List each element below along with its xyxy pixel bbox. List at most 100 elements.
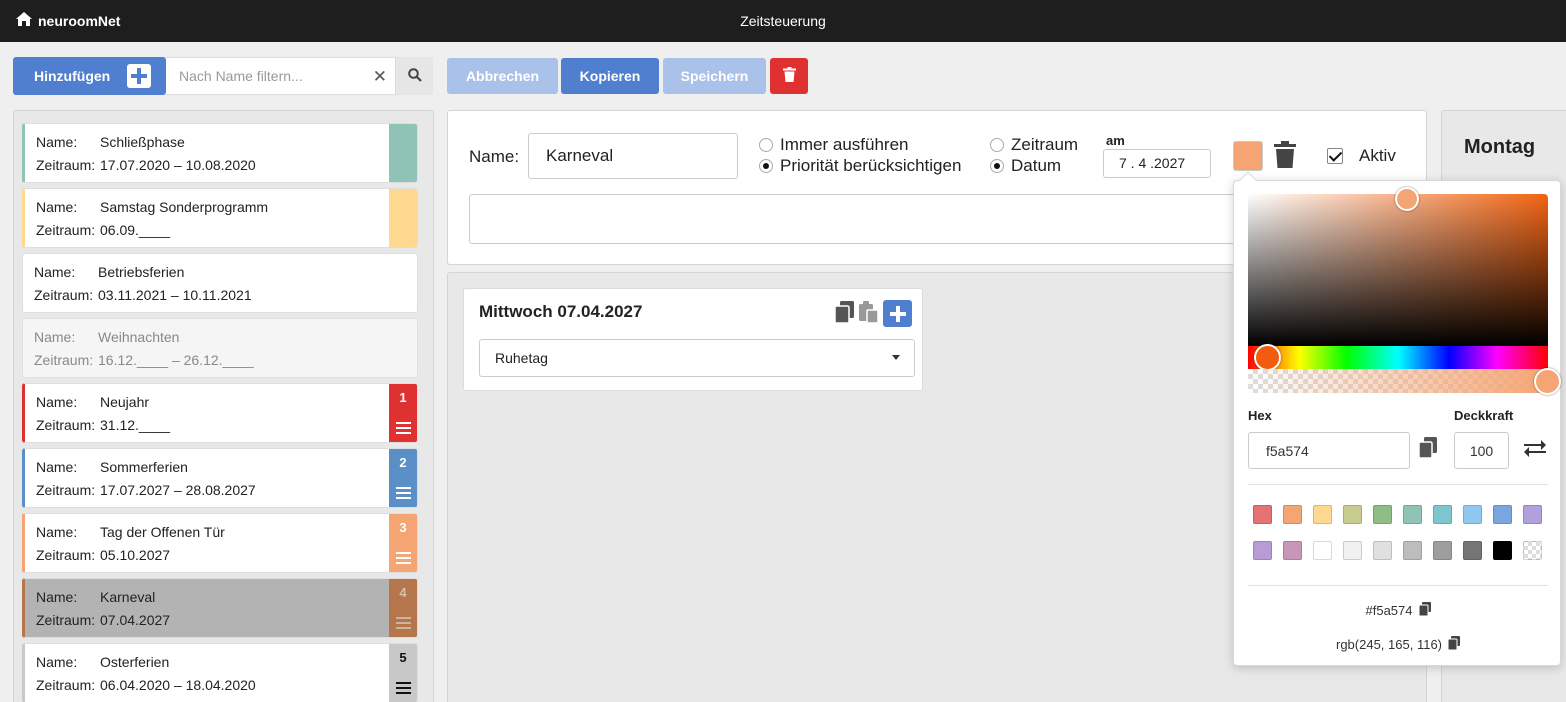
- palette-swatch[interactable]: [1253, 505, 1272, 524]
- hue-handle[interactable]: [1254, 344, 1281, 371]
- opacity-input[interactable]: [1454, 432, 1509, 469]
- palette-swatch[interactable]: [1433, 505, 1452, 524]
- add-button-label: Hinzufügen: [34, 68, 111, 84]
- palette-swatch[interactable]: [1403, 541, 1422, 560]
- search-button[interactable]: [396, 57, 433, 95]
- hex-output-value: #f5a574: [1365, 603, 1413, 618]
- list-item-period-label: Zeitraum:: [36, 547, 96, 563]
- radio-priority[interactable]: Priorität berücksichtigen: [759, 156, 961, 176]
- list-item-name: Tag der Offenen Tür: [100, 524, 225, 540]
- list-item[interactable]: Name: Samstag Sonderprogramm Zeitraum: 06.0…: [22, 188, 418, 248]
- palette-swatch[interactable]: [1253, 541, 1272, 560]
- list-item-period-label: Zeitraum:: [34, 352, 94, 368]
- palette-swatch[interactable]: [1373, 505, 1392, 524]
- saturation-area[interactable]: [1248, 194, 1548, 346]
- radio-period-label: Zeitraum: [1011, 135, 1079, 154]
- saturation-handle[interactable]: [1395, 187, 1419, 211]
- palette-swatch[interactable]: [1343, 505, 1362, 524]
- cancel-button[interactable]: Abbrechen: [447, 58, 558, 94]
- palette-swatch[interactable]: [1493, 505, 1512, 524]
- list-item-period: 06.04.2020 – 18.04.2020: [100, 677, 256, 693]
- opacity-handle[interactable]: [1534, 368, 1561, 395]
- palette-swatch[interactable]: [1433, 541, 1452, 560]
- add-entry-button[interactable]: [883, 300, 912, 327]
- drag-handle-icon[interactable]: [396, 484, 411, 499]
- list-item[interactable]: Name: Sommerferien Zeitraum: 17.07.2027 – 2…: [22, 448, 418, 508]
- day-title: Mittwoch 07.04.2027: [479, 302, 643, 321]
- radio-date[interactable]: Datum: [990, 156, 1061, 176]
- active-label: Aktiv: [1359, 146, 1396, 165]
- list-item[interactable]: Name: Schließphase Zeitraum: 17.07.2020 – 1…: [22, 123, 418, 183]
- list-item-period: 16.12.____ – 26.12.____: [98, 352, 254, 368]
- radio-priority-label: Priorität berücksichtigen: [780, 156, 962, 175]
- copy-icon[interactable]: [1447, 636, 1460, 653]
- list-item-period-label: Zeitraum:: [34, 287, 94, 303]
- list-item-period: 31.12.____: [100, 417, 171, 433]
- opacity-slider[interactable]: [1248, 369, 1548, 393]
- palette-swatch[interactable]: [1463, 505, 1482, 524]
- palette-swatch[interactable]: [1523, 541, 1542, 560]
- hue-slider[interactable]: [1248, 346, 1548, 369]
- palette-swatch[interactable]: [1373, 541, 1392, 560]
- palette-swatch[interactable]: [1463, 541, 1482, 560]
- list-item-period-label: Zeitraum:: [36, 612, 96, 628]
- color-picker-popup: Hex Deckkraft #f5a574 rgb(245, 165, 116): [1233, 171, 1562, 666]
- swap-icon[interactable]: [1524, 439, 1546, 460]
- name-input[interactable]: [528, 133, 738, 179]
- list-item-name: Osterferien: [100, 654, 170, 670]
- list-item[interactable]: Name: Neujahr Zeitraum: 31.12.____ 1: [22, 383, 418, 443]
- rgb-output-value: rgb(245, 165, 116): [1336, 637, 1442, 652]
- priority-number: 2: [399, 455, 407, 470]
- add-button[interactable]: Hinzufügen: [13, 57, 166, 95]
- palette-swatch[interactable]: [1283, 541, 1302, 560]
- priority-number: 3: [399, 520, 407, 535]
- list-item-name-label: Name:: [36, 459, 78, 475]
- hex-output: #f5a574: [1234, 602, 1562, 619]
- list-item[interactable]: Name: Karneval Zeitraum: 07.04.2027 4: [22, 578, 418, 638]
- save-button[interactable]: Speichern: [663, 58, 766, 94]
- chevron-down-icon: [892, 355, 900, 360]
- list-item-name: Schließphase: [100, 134, 185, 150]
- copy-icon[interactable]: [1418, 437, 1437, 462]
- drag-handle-icon[interactable]: [396, 679, 411, 694]
- list-item-name-label: Name:: [36, 654, 78, 670]
- palette-swatch[interactable]: [1493, 541, 1512, 560]
- radio-period[interactable]: Zeitraum: [990, 135, 1078, 155]
- radio-dot: [990, 138, 1004, 152]
- hex-input[interactable]: [1248, 432, 1410, 469]
- list-item-name-label: Name:: [36, 394, 78, 410]
- palette-swatch[interactable]: [1343, 541, 1362, 560]
- palette-swatch[interactable]: [1313, 505, 1332, 524]
- radio-always-label: Immer ausführen: [780, 135, 909, 154]
- palette-swatch[interactable]: [1403, 505, 1422, 524]
- day-program-select[interactable]: Ruhetag: [479, 339, 915, 377]
- trash-icon[interactable]: [1274, 141, 1296, 171]
- copy-button[interactable]: Kopieren: [561, 58, 659, 94]
- delete-button[interactable]: [770, 58, 808, 94]
- active-checkbox[interactable]: [1327, 148, 1343, 164]
- radio-always[interactable]: Immer ausführen: [759, 135, 909, 155]
- drag-handle-icon[interactable]: [396, 419, 411, 434]
- drag-handle-icon[interactable]: [396, 549, 411, 564]
- list-item[interactable]: Name: Osterferien Zeitraum: 06.04.2020 – 18…: [22, 643, 418, 702]
- palette-swatch[interactable]: [1283, 505, 1302, 524]
- copy-icon[interactable]: [1418, 602, 1431, 619]
- date-input[interactable]: 7 . 4 .2027: [1103, 149, 1211, 178]
- list-item[interactable]: Name: Weihnachten Zeitraum: 16.12.____ – 26…: [22, 318, 418, 378]
- clear-icon[interactable]: ✕: [373, 67, 387, 87]
- palette-swatch[interactable]: [1313, 541, 1332, 560]
- paste-icon[interactable]: [859, 301, 879, 326]
- list-item-name: Weihnachten: [98, 329, 180, 345]
- list-item[interactable]: Name: Betriebsferien Zeitraum: 03.11.2021 –…: [22, 253, 418, 313]
- radio-dot: [759, 138, 773, 152]
- drag-handle-icon[interactable]: [396, 614, 411, 629]
- list-item[interactable]: Name: Tag der Offenen Tür Zeitraum: 05.10.2…: [22, 513, 418, 573]
- copy-icon[interactable]: [834, 301, 855, 326]
- list-item-period: 07.04.2027: [100, 612, 171, 628]
- color-swatch[interactable]: [1233, 141, 1263, 171]
- list-item-period: 17.07.2027 – 28.08.2027: [100, 482, 256, 498]
- list-item-period-label: Zeitraum:: [36, 677, 96, 693]
- day-actions: [834, 300, 912, 327]
- palette-swatch[interactable]: [1523, 505, 1542, 524]
- filter-input[interactable]: [166, 58, 361, 94]
